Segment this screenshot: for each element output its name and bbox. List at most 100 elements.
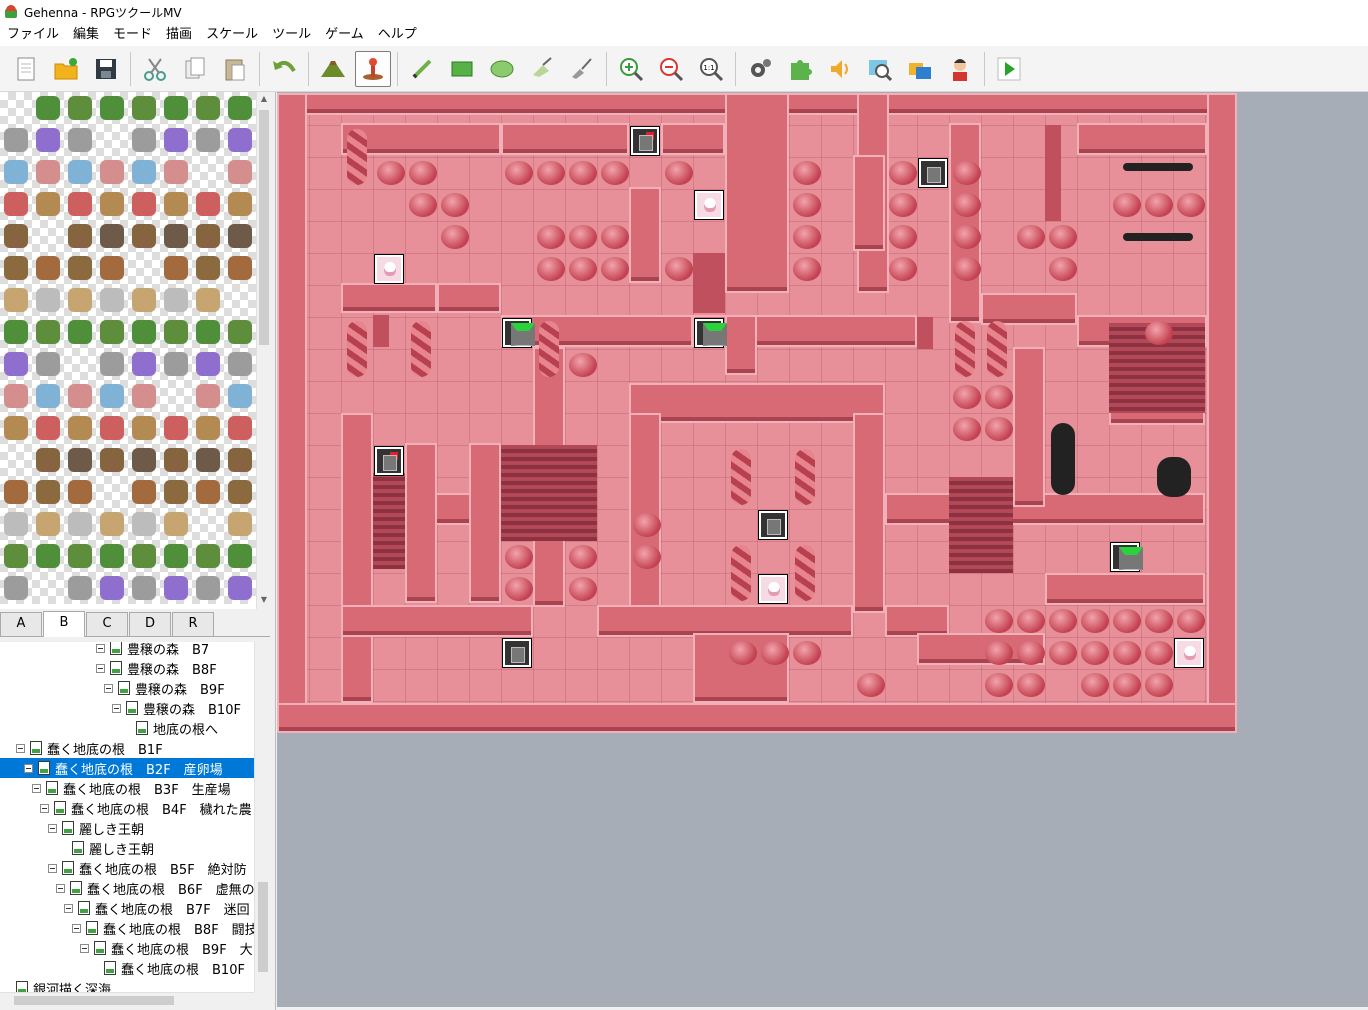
tileset-tile[interactable] [96,508,128,540]
tileset-tile[interactable] [32,444,64,476]
tileset-tile[interactable] [64,348,96,380]
tileset-tile[interactable] [160,124,192,156]
resource-manager-button[interactable] [902,51,938,87]
map-mode-button[interactable] [315,51,351,87]
map-tree-item[interactable]: 地底の根へ [136,718,218,738]
tileset-tile[interactable] [192,476,224,508]
tileset-tile[interactable] [64,540,96,572]
tileset-tile[interactable] [96,284,128,316]
tileset-tile[interactable] [128,124,160,156]
tileset-tile[interactable] [128,252,160,284]
tileset-tile[interactable] [192,380,224,412]
tileset-tile[interactable] [64,380,96,412]
tileset-tile[interactable] [160,380,192,412]
tileset-tile[interactable] [192,252,224,284]
tileset-tile[interactable] [0,188,32,220]
tileset-tile[interactable] [96,188,128,220]
menu-scale[interactable]: スケール [199,24,265,46]
collapse-icon[interactable] [40,803,49,813]
map-tree-hscrollbar[interactable] [0,992,254,1007]
tileset-tile[interactable] [160,412,192,444]
map-tree-item[interactable]: 蠢く地底の根 B4F 穢れた農 [40,798,252,818]
pencil-button[interactable] [404,51,440,87]
tileset-tile[interactable] [224,316,256,348]
tileset-tile[interactable] [224,188,256,220]
tileset-tile[interactable] [32,572,64,604]
map-tree-item[interactable]: 銀河描く深海 [16,978,111,992]
database-button[interactable] [742,51,778,87]
tileset-tile[interactable] [128,540,160,572]
fill-button[interactable] [524,51,560,87]
tileset-tile[interactable] [32,316,64,348]
tileset-tile[interactable] [64,220,96,252]
tileset-tile[interactable] [32,92,64,124]
tileset-tile[interactable] [128,92,160,124]
tileset-tile[interactable] [64,508,96,540]
cut-button[interactable] [137,51,173,87]
ellipse-button[interactable] [484,51,520,87]
collapse-icon[interactable] [72,923,81,933]
tileset-tile[interactable] [64,572,96,604]
tileset-tile[interactable] [128,348,160,380]
tileset-tile[interactable] [224,572,256,604]
tileset-tile[interactable] [128,284,160,316]
map-tree-scrollbar[interactable] [254,642,270,992]
tileset-tile[interactable] [96,92,128,124]
tileset-tile[interactable] [96,124,128,156]
tileset-tile[interactable] [64,476,96,508]
collapse-icon[interactable] [96,663,105,673]
scrollbar-thumb[interactable] [14,996,174,1005]
tileset-tile[interactable] [192,92,224,124]
menu-game[interactable]: ゲーム [318,24,371,46]
tileset-tile[interactable] [96,444,128,476]
tileset-tile[interactable] [32,540,64,572]
tileset-tile[interactable] [192,220,224,252]
tileset-tile[interactable] [128,316,160,348]
tileset-tile[interactable] [192,444,224,476]
tileset-tile[interactable] [192,572,224,604]
tileset-tile[interactable] [160,572,192,604]
rectangle-button[interactable] [444,51,480,87]
tileset-tile[interactable] [64,252,96,284]
panel-splitter[interactable] [270,92,276,1010]
collapse-icon[interactable] [56,883,65,893]
tileset-tile[interactable] [128,220,160,252]
tileset-tile[interactable] [0,348,32,380]
event-searcher-button[interactable] [862,51,898,87]
tileset-tile[interactable] [160,188,192,220]
tab-a[interactable]: A [0,612,42,636]
tileset-tile[interactable] [32,380,64,412]
tileset-tile[interactable] [0,156,32,188]
tileset-tile[interactable] [96,348,128,380]
tab-r[interactable]: R [172,612,214,636]
tileset-tile[interactable] [192,412,224,444]
collapse-icon[interactable] [16,743,25,753]
new-project-button[interactable] [8,51,44,87]
map-tree-item[interactable]: 蠢く地底の根 B2F 産卵場 [0,758,254,778]
save-project-button[interactable] [88,51,124,87]
tileset-tile[interactable] [0,220,32,252]
tileset-tile[interactable] [64,444,96,476]
plugin-manager-button[interactable] [782,51,818,87]
tileset-tile[interactable] [64,92,96,124]
tileset-tile[interactable] [64,156,96,188]
tileset-tile[interactable] [96,316,128,348]
open-project-button[interactable] [48,51,84,87]
tileset-tile[interactable] [192,124,224,156]
tileset-tile[interactable] [0,252,32,284]
menu-draw[interactable]: 描画 [159,24,199,46]
zoom-in-button[interactable] [613,51,649,87]
copy-button[interactable] [177,51,213,87]
tileset-tile[interactable] [32,252,64,284]
map-tree-item[interactable]: 蠢く地底の根 B7F 迷回 [64,898,250,918]
map-tree-item[interactable]: 蠢く地底の根 B9F 大 [80,938,253,958]
tileset-tile[interactable] [160,92,192,124]
tileset-tile[interactable] [192,348,224,380]
map-tree-item[interactable]: 豊穣の森 B9F [104,678,225,698]
tab-c[interactable]: C [86,612,128,636]
tileset-tile[interactable] [96,220,128,252]
collapse-icon[interactable] [48,863,57,873]
tileset-tile[interactable] [160,476,192,508]
tileset-tile[interactable] [224,444,256,476]
map-tree-item[interactable]: 蠢く地底の根 B6F 虚無の [56,878,254,898]
